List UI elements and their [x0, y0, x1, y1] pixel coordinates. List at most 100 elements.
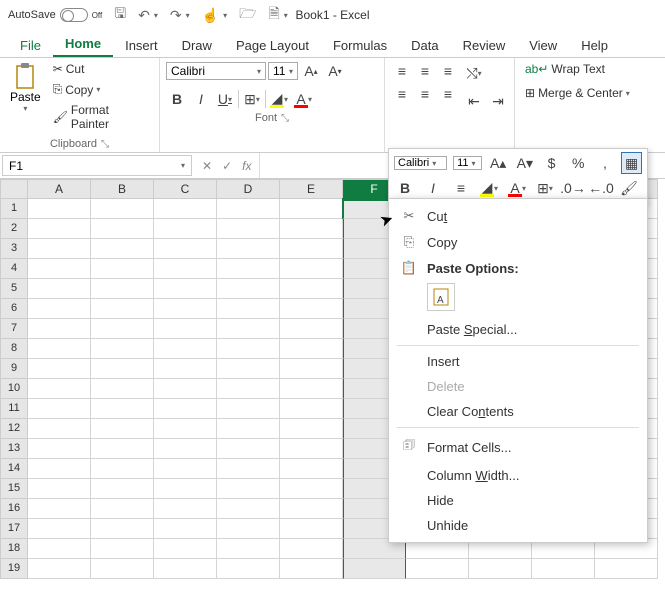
undo-icon[interactable]: ↶ [138, 7, 150, 24]
cell[interactable] [28, 379, 91, 399]
row-header[interactable]: 12 [0, 419, 28, 439]
cell[interactable] [28, 219, 91, 239]
cell[interactable] [469, 559, 532, 579]
cell[interactable] [28, 539, 91, 559]
cell[interactable] [28, 399, 91, 419]
save-icon[interactable]: 🖫 [114, 3, 126, 27]
align-left-icon[interactable]: ≡ [391, 83, 413, 105]
cell[interactable] [217, 419, 280, 439]
cell[interactable] [217, 539, 280, 559]
cell[interactable] [280, 559, 343, 579]
cell[interactable] [91, 279, 154, 299]
dialog-launcher-icon[interactable]: ⤡ [101, 139, 109, 150]
row-header[interactable]: 10 [0, 379, 28, 399]
row-header[interactable]: 19 [0, 559, 28, 579]
row-header[interactable]: 2 [0, 219, 28, 239]
fx-icon[interactable]: fx [242, 159, 251, 173]
cell[interactable] [280, 359, 343, 379]
row-header[interactable]: 15 [0, 479, 28, 499]
increase-indent-icon[interactable]: ⇥ [487, 90, 509, 112]
tab-draw[interactable]: Draw [170, 34, 224, 57]
cell[interactable] [217, 339, 280, 359]
autosave-toggle[interactable]: AutoSave Off [8, 8, 102, 22]
wrap-text-button[interactable]: ab↵Wrap Text [521, 60, 649, 78]
cell[interactable] [154, 499, 217, 519]
row-header[interactable]: 13 [0, 439, 28, 459]
cell[interactable] [154, 359, 217, 379]
align-top-icon[interactable]: ≡ [391, 60, 413, 82]
cell[interactable] [28, 239, 91, 259]
cell[interactable] [217, 359, 280, 379]
cell[interactable] [217, 399, 280, 419]
mini-currency-icon[interactable]: $ [541, 152, 562, 174]
mini-percent-icon[interactable]: % [568, 152, 589, 174]
mini-fill-color-button[interactable]: ◢▾ [478, 177, 500, 199]
cancel-formula-icon[interactable]: ✕ [202, 159, 212, 173]
cell[interactable] [91, 519, 154, 539]
cell[interactable] [217, 519, 280, 539]
cell[interactable] [154, 319, 217, 339]
tab-view[interactable]: View [517, 34, 569, 57]
cm-cut[interactable]: ✂Cut [389, 203, 647, 229]
cell[interactable] [91, 559, 154, 579]
row-header[interactable]: 17 [0, 519, 28, 539]
cell[interactable] [280, 439, 343, 459]
row-header[interactable]: 18 [0, 539, 28, 559]
row-header[interactable]: 8 [0, 339, 28, 359]
col-header-e[interactable]: E [280, 179, 343, 199]
tab-formulas[interactable]: Formulas [321, 34, 399, 57]
cell[interactable] [280, 279, 343, 299]
row-header[interactable]: 14 [0, 459, 28, 479]
cell[interactable] [217, 279, 280, 299]
cm-copy[interactable]: ⎘Copy [389, 229, 647, 255]
cell[interactable] [595, 559, 658, 579]
underline-button[interactable]: U▾ [214, 88, 236, 110]
copy-button[interactable]: ⎘Copy ▾ [49, 80, 153, 99]
cell[interactable] [91, 319, 154, 339]
row-header[interactable]: 5 [0, 279, 28, 299]
col-header-d[interactable]: D [217, 179, 280, 199]
cell[interactable] [91, 419, 154, 439]
cell[interactable] [154, 559, 217, 579]
paste-button[interactable]: Paste ▾ [6, 60, 45, 115]
cell[interactable] [280, 419, 343, 439]
cell[interactable] [280, 539, 343, 559]
cell[interactable] [154, 399, 217, 419]
cell[interactable] [154, 239, 217, 259]
fill-color-button[interactable]: ◢▾ [268, 88, 290, 110]
row-header[interactable]: 6 [0, 299, 28, 319]
cell[interactable] [91, 219, 154, 239]
cell[interactable] [217, 319, 280, 339]
cell[interactable] [280, 479, 343, 499]
cell[interactable] [154, 379, 217, 399]
mini-italic-button[interactable]: I [422, 177, 444, 199]
cell[interactable] [217, 459, 280, 479]
cell[interactable] [91, 499, 154, 519]
cell[interactable] [154, 279, 217, 299]
cell[interactable] [532, 559, 595, 579]
cell[interactable] [280, 459, 343, 479]
tab-page-layout[interactable]: Page Layout [224, 34, 321, 57]
cell[interactable] [217, 259, 280, 279]
cell[interactable] [28, 319, 91, 339]
format-painter-button[interactable]: 🖌Format Painter [49, 101, 153, 133]
row-header[interactable]: 3 [0, 239, 28, 259]
cell[interactable] [280, 379, 343, 399]
align-right-icon[interactable]: ≡ [437, 83, 459, 105]
paste-option-all[interactable]: A [427, 283, 455, 311]
row-header[interactable]: 9 [0, 359, 28, 379]
mini-borders-button[interactable]: ⊞▾ [534, 177, 556, 199]
cell[interactable] [91, 459, 154, 479]
cell[interactable] [154, 439, 217, 459]
cell[interactable] [91, 299, 154, 319]
cell[interactable] [28, 199, 91, 219]
cell[interactable] [28, 559, 91, 579]
cell[interactable] [91, 539, 154, 559]
cell[interactable] [154, 479, 217, 499]
decrease-indent-icon[interactable]: ⇤ [463, 90, 485, 112]
mini-format-painter-icon[interactable]: 🖌 [618, 177, 640, 199]
mini-comma-icon[interactable]: , [595, 152, 616, 174]
mini-dec-decimal-icon[interactable]: ←.0 [590, 177, 612, 199]
cell[interactable] [217, 439, 280, 459]
mini-increase-font-icon[interactable]: A▴ [488, 152, 509, 174]
